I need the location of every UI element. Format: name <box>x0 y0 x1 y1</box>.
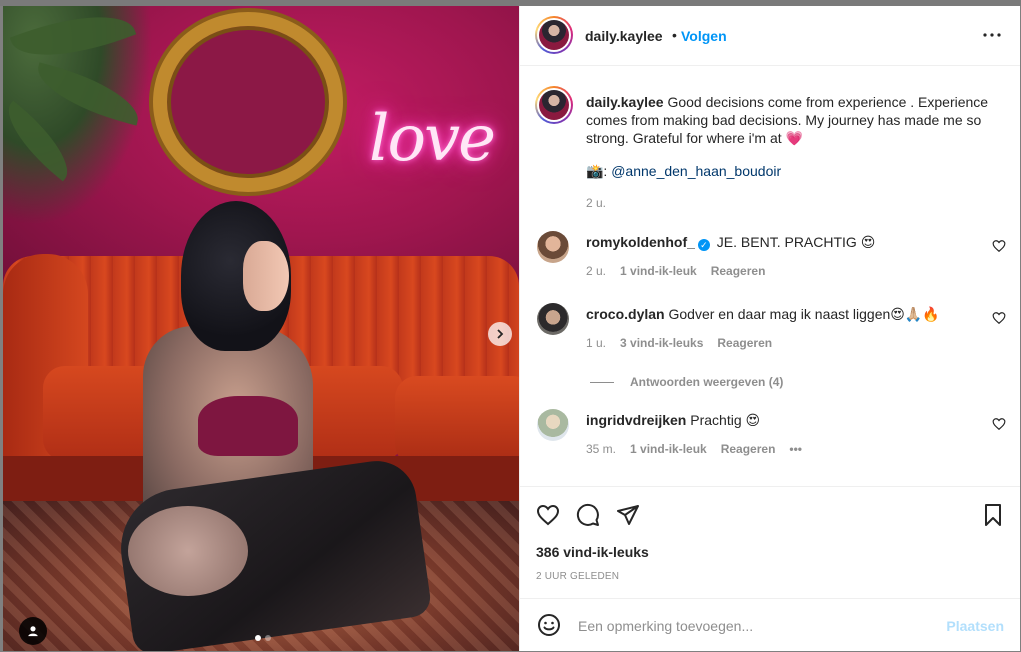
comment-body: romykoldenhof_ ✓ JE. BENT. PRACHTIG 😍 <box>586 234 966 251</box>
commenter-avatar[interactable] <box>537 409 569 441</box>
comment-text: JE. BENT. PRACHTIG 😍 <box>716 234 876 250</box>
photo-person-thigh <box>128 506 248 596</box>
comment-time: 35 m. <box>586 442 617 456</box>
photo-mirror <box>153 12 343 192</box>
comment-body: croco.dylan Godver en daar mag ik naast … <box>586 306 966 323</box>
comment-body: ingridvdreijken Prachtig 😍 <box>586 412 966 429</box>
photo-neon-sign: love <box>369 102 496 176</box>
photo-sofa-cushion <box>395 376 519 466</box>
carousel-dot <box>265 635 271 641</box>
caption-avatar[interactable] <box>535 86 573 124</box>
comment-like-count[interactable]: 1 vind-ik-leuk <box>620 264 697 278</box>
post-actions: 386 vind-ik-leuks 2 UUR GELEDEN <box>520 486 1020 602</box>
comment-text: Godver en daar mag ik naast liggen😍🙏🏼🔥 <box>668 306 940 322</box>
post-side-panel: daily.kaylee • Volgen daily.kaylee Good … <box>519 6 1020 651</box>
commenter-username[interactable]: croco.dylan <box>586 306 665 322</box>
user-icon <box>28 626 38 637</box>
bookmark-icon[interactable] <box>981 503 1005 527</box>
view-replies-label: Antwoorden weergeven (4) <box>630 375 784 389</box>
heart-icon[interactable] <box>992 417 1006 431</box>
replies-divider <box>590 381 614 383</box>
tagged-users-button[interactable] <box>19 617 47 645</box>
author-avatar[interactable] <box>535 16 573 54</box>
follow-button[interactable]: Volgen <box>681 28 727 44</box>
carousel-next-button[interactable] <box>488 322 512 346</box>
commenter-avatar[interactable] <box>537 231 569 263</box>
comment-meta: 1 u. 3 vind-ik-leuks Reageren <box>586 336 772 350</box>
view-replies-button[interactable]: Antwoorden weergeven (4) <box>590 375 783 389</box>
author-username[interactable]: daily.kaylee <box>585 28 663 44</box>
caption-time: 2 u. <box>586 196 607 210</box>
verified-badge-icon: ✓ <box>697 239 710 251</box>
commenter-username[interactable]: ingridvdreijken <box>586 412 686 428</box>
comment-time: 2 u. <box>586 264 607 278</box>
comment-meta: 35 m. 1 vind-ik-leuk Reageren ••• <box>586 442 802 456</box>
more-options-button[interactable] <box>980 25 1004 45</box>
caption-username[interactable]: daily.kaylee <box>586 94 664 110</box>
post-photo[interactable]: love <box>3 6 519 651</box>
reply-button[interactable]: Reageren <box>721 442 776 456</box>
comment-like-count[interactable]: 1 vind-ik-leuk <box>630 442 707 456</box>
heart-icon[interactable] <box>992 311 1006 325</box>
carousel-indicator <box>255 635 271 641</box>
comment-input[interactable] <box>576 609 940 643</box>
header-separator: • <box>672 27 677 43</box>
comment-meta: 2 u. 1 vind-ik-leuk Reageren <box>586 264 765 278</box>
camera-emoji: 📸: <box>586 163 608 179</box>
share-paper-plane-icon[interactable] <box>616 503 640 527</box>
post-header: daily.kaylee • Volgen <box>520 6 1020 66</box>
caption-credit: 📸: @anne_den_haan_boudoir <box>586 163 781 180</box>
comment-options-button[interactable]: ••• <box>789 442 802 456</box>
photo-person-face <box>243 241 289 311</box>
like-heart-icon[interactable] <box>536 503 560 527</box>
photo-person-lingerie <box>198 396 298 456</box>
carousel-dot-active <box>255 635 261 641</box>
commenter-username[interactable]: romykoldenhof_ <box>586 234 695 250</box>
post-timestamp: 2 UUR GELEDEN <box>536 571 620 582</box>
reply-button[interactable]: Reageren <box>711 264 766 278</box>
comment-bubble-icon[interactable] <box>576 503 600 527</box>
like-count[interactable]: 386 vind-ik-leuks <box>536 544 649 560</box>
photographer-mention-link[interactable]: @anne_den_haan_boudoir <box>611 163 781 179</box>
comment-text: Prachtig 😍 <box>690 412 761 428</box>
reply-button[interactable]: Reageren <box>717 336 772 350</box>
caption-text: daily.kaylee Good decisions come from ex… <box>586 93 1006 147</box>
comment-time: 1 u. <box>586 336 607 350</box>
comment-like-count[interactable]: 3 vind-ik-leuks <box>620 336 703 350</box>
commenter-avatar[interactable] <box>537 303 569 335</box>
more-horizontal-icon <box>983 33 1001 37</box>
emoji-icon[interactable] <box>537 613 561 637</box>
heart-icon[interactable] <box>992 239 1006 253</box>
add-comment-bar: Plaatsen <box>520 598 1020 652</box>
post-comment-button[interactable]: Plaatsen <box>946 618 1004 634</box>
chevron-right-icon <box>497 329 504 339</box>
